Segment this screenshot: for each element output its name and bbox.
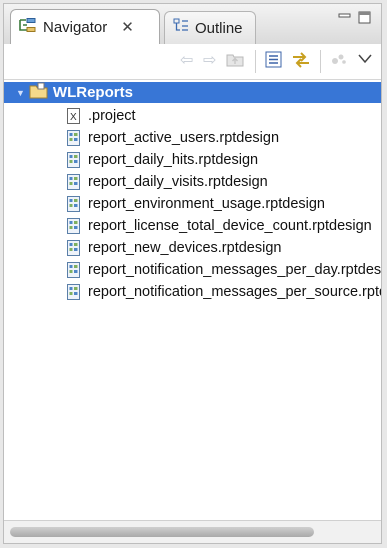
navigator-view: Navigator ✕ Outline ⇦ ⇨ ▼ WLReports X .p… bbox=[3, 3, 382, 544]
tab-navigator-label: Navigator bbox=[43, 18, 108, 36]
forward-icon[interactable]: ⇨ bbox=[203, 51, 216, 71]
navigator-icon bbox=[19, 18, 37, 36]
list-item[interactable]: report_license_total_device_count.rptdes… bbox=[4, 215, 372, 237]
project-label: WLReports bbox=[52, 84, 133, 101]
list-item[interactable]: report_active_users.rptdesign bbox=[4, 127, 279, 149]
project-folder-icon bbox=[29, 82, 49, 103]
report-file-icon bbox=[67, 284, 80, 300]
scrollbar-thumb[interactable] bbox=[10, 527, 314, 537]
view-menu-icon[interactable] bbox=[358, 51, 372, 71]
list-item[interactable]: report_daily_hits.rptdesign bbox=[4, 149, 258, 171]
list-item[interactable]: X .project bbox=[4, 105, 136, 127]
tab-navigator[interactable]: Navigator ✕ bbox=[10, 9, 160, 44]
view-tab-bar: Navigator ✕ Outline bbox=[4, 4, 381, 45]
expand-arrow-icon[interactable]: ▼ bbox=[16, 88, 25, 98]
report-file-icon bbox=[67, 262, 80, 278]
report-file-icon bbox=[67, 130, 80, 146]
report-file-icon bbox=[67, 240, 80, 256]
close-icon[interactable]: ✕ bbox=[121, 18, 134, 36]
outline-icon bbox=[173, 18, 189, 38]
list-item[interactable]: report_environment_usage.rptdesign bbox=[4, 193, 325, 215]
maximize-icon[interactable] bbox=[358, 11, 372, 28]
list-item[interactable]: report_new_devices.rptdesign bbox=[4, 237, 281, 259]
tab-outline-label: Outline bbox=[195, 19, 243, 37]
collapse-all-icon[interactable] bbox=[265, 51, 283, 75]
list-item[interactable]: report_daily_visits.rptdesign bbox=[4, 171, 268, 193]
horizontal-scrollbar[interactable] bbox=[4, 520, 381, 543]
xml-file-icon: X bbox=[67, 108, 80, 124]
report-file-icon bbox=[67, 152, 80, 168]
back-icon[interactable]: ⇦ bbox=[180, 51, 193, 71]
view-toolbar: ⇦ ⇨ bbox=[4, 44, 381, 80]
resource-tree: ▼ WLReports X .project report_active_use… bbox=[4, 80, 381, 520]
tab-outline[interactable]: Outline bbox=[164, 11, 256, 44]
report-file-icon bbox=[67, 196, 80, 212]
report-file-icon bbox=[67, 174, 80, 190]
up-icon[interactable] bbox=[226, 51, 244, 73]
minimize-icon[interactable] bbox=[338, 11, 352, 26]
report-file-icon bbox=[67, 218, 80, 234]
list-item[interactable]: report_notification_messages_per_day.rpt… bbox=[4, 259, 381, 281]
svg-text:X: X bbox=[70, 112, 77, 123]
list-item[interactable]: report_notification_messages_per_source.… bbox=[4, 281, 381, 303]
filter-icon[interactable] bbox=[330, 51, 348, 73]
project-node-wlreports[interactable]: ▼ WLReports bbox=[4, 82, 381, 103]
link-with-editor-icon[interactable] bbox=[291, 51, 311, 75]
